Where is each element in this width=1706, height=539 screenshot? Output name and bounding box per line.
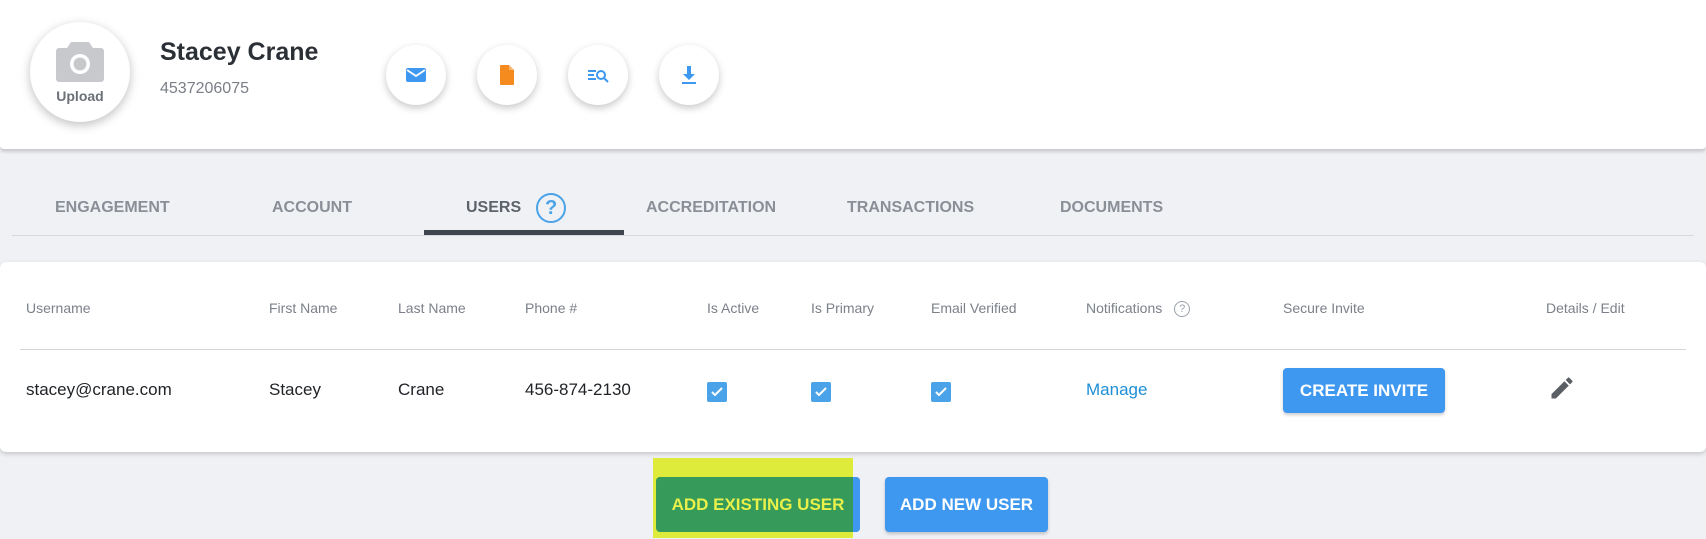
checkmark-icon [935, 387, 947, 397]
cell-last-name: Crane [398, 380, 445, 399]
manage-notifications-link[interactable]: Manage [1086, 380, 1147, 400]
create-invite-button[interactable]: CREATE INVITE [1283, 368, 1445, 413]
profile-header: Upload Stacey Crane 4537206075 [0, 0, 1706, 150]
cell-first-name: Stacey [269, 380, 321, 399]
cell-phone: 456-874-2130 [525, 380, 631, 399]
users-table: Username First Name Last Name Phone # Is… [0, 262, 1706, 452]
notifications-help-icon[interactable]: ? [1174, 301, 1191, 318]
search-list-button[interactable] [568, 45, 628, 105]
document-button[interactable] [477, 45, 537, 105]
header-notifications-label: Notifications [1086, 300, 1163, 316]
checkmark-icon [815, 387, 827, 397]
download-button[interactable] [659, 45, 719, 105]
avatar-upload-button[interactable]: Upload [30, 22, 130, 122]
tab-users-label: USERS [466, 199, 522, 216]
add-existing-user-button[interactable]: ADD EXISTING USER [656, 477, 860, 532]
header-phone: Phone # [525, 300, 578, 316]
active-tab-indicator [424, 230, 624, 235]
search-list-icon [588, 70, 609, 83]
tab-account[interactable]: ACCOUNT [272, 180, 352, 236]
email-verified-checkbox[interactable] [931, 382, 951, 402]
is-primary-checkbox[interactable] [811, 382, 831, 402]
document-icon [500, 65, 514, 85]
email-icon [406, 68, 426, 82]
add-new-user-button[interactable]: ADD NEW USER [885, 477, 1048, 532]
header-is-primary: Is Primary [811, 300, 874, 316]
profile-name: Stacey Crane [160, 38, 319, 66]
tab-accreditation[interactable]: ACCREDITATION [646, 180, 776, 236]
upload-label: Upload [56, 88, 104, 104]
header-is-active: Is Active [707, 300, 760, 316]
tab-bar: ENGAGEMENT ACCOUNT USERS ? ACCREDITATION… [12, 180, 1694, 236]
tab-documents[interactable]: DOCUMENTS [1060, 180, 1163, 236]
help-icon[interactable]: ? [536, 193, 567, 223]
header-divider [20, 349, 1686, 350]
tab-engagement[interactable]: ENGAGEMENT [55, 180, 170, 236]
tab-transactions[interactable]: TRANSACTIONS [847, 180, 974, 236]
header-username: Username [26, 300, 91, 316]
header-last-name: Last Name [398, 300, 466, 316]
pencil-edit-icon[interactable] [1548, 374, 1576, 402]
header-email-verified: Email Verified [931, 300, 1017, 316]
header-details-edit: Details / Edit [1546, 300, 1625, 316]
is-active-checkbox[interactable] [707, 382, 727, 402]
tab-users[interactable]: USERS ? [466, 180, 567, 236]
header-first-name: First Name [269, 300, 338, 316]
profile-id: 4537206075 [160, 80, 249, 97]
email-button[interactable] [386, 45, 446, 105]
header-notifications: Notifications ? [1086, 300, 1191, 318]
checkmark-icon [711, 387, 723, 397]
header-secure-invite: Secure Invite [1283, 300, 1365, 316]
download-icon [682, 66, 696, 84]
cell-username: stacey@crane.com [26, 380, 172, 399]
camera-icon [56, 42, 104, 82]
